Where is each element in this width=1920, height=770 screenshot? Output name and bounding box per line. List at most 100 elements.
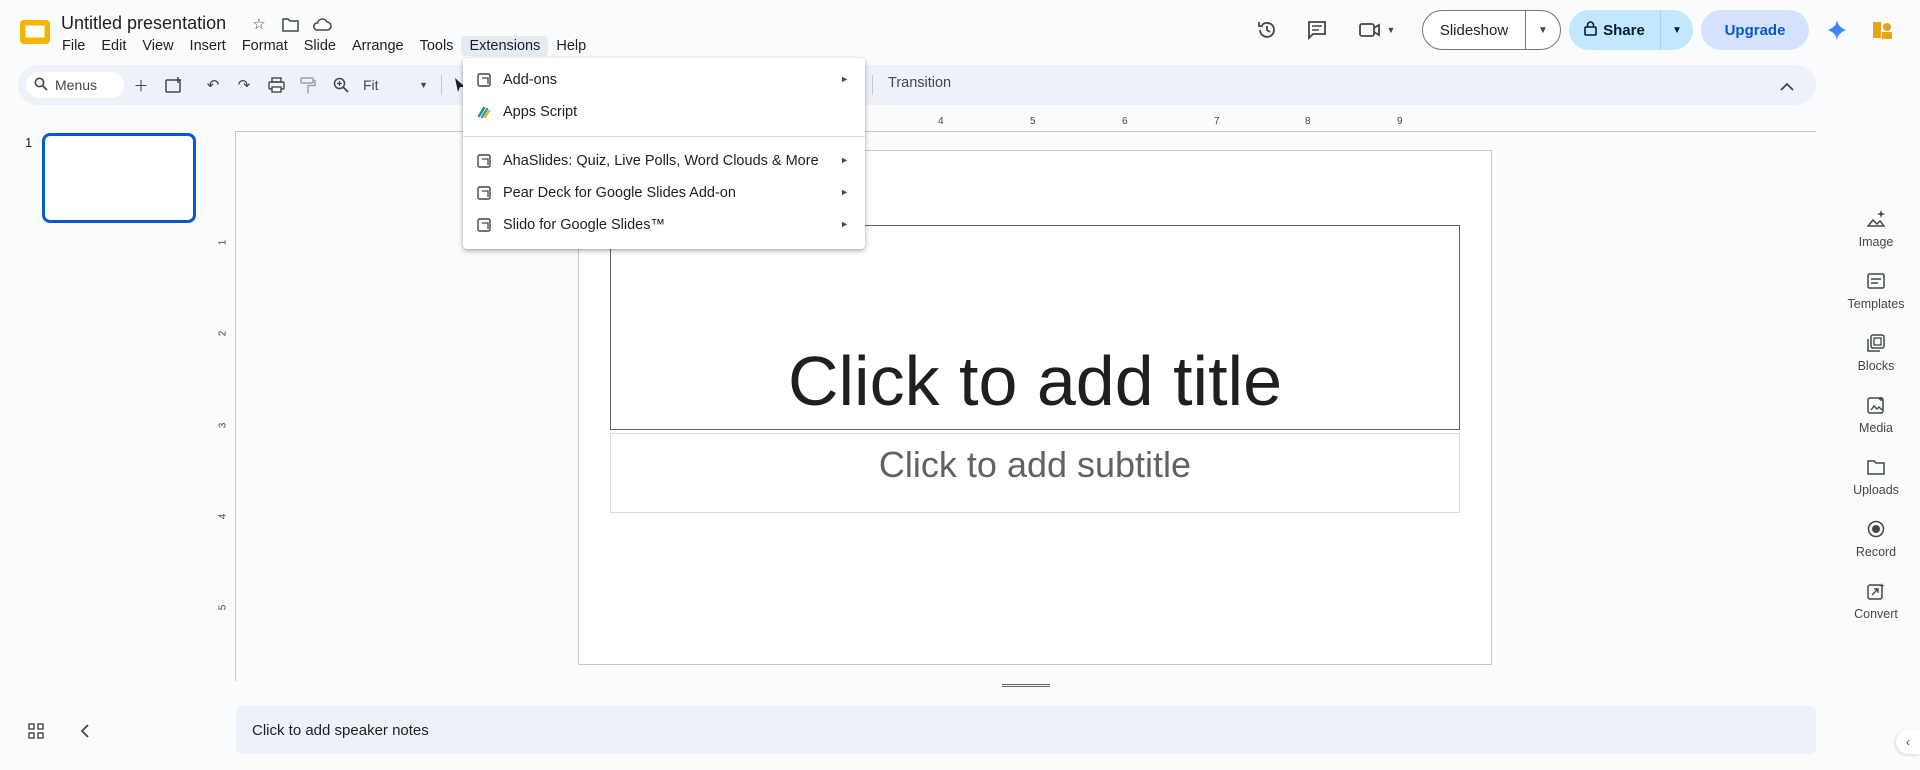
collapse-filmstrip-icon[interactable] — [74, 721, 94, 741]
menu-extensions[interactable]: Extensions — [461, 36, 549, 56]
menu-item-pear-deck[interactable]: Pear Deck for Google Slides Add-on ► — [463, 177, 865, 209]
grid-view-icon[interactable] — [26, 721, 46, 741]
side-item-label: Media — [1858, 421, 1894, 435]
addon-icon — [477, 186, 491, 200]
document-title[interactable]: Untitled presentation — [61, 13, 226, 34]
menu-file[interactable]: File — [54, 36, 93, 56]
menu-help[interactable]: Help — [548, 36, 594, 56]
ruler-label: 4 — [217, 513, 229, 520]
menu-item-ahaslides[interactable]: AhaSlides: Quiz, Live Polls, Word Clouds… — [463, 145, 865, 177]
toolbar-divider — [441, 75, 442, 95]
menu-insert[interactable]: Insert — [182, 36, 234, 56]
slide-thumbnail[interactable] — [42, 133, 196, 223]
share-dropdown-icon[interactable]: ▼ — [1661, 10, 1693, 50]
submenu-arrow-icon: ► — [840, 219, 849, 229]
collapse-toolbar-icon[interactable] — [1774, 73, 1800, 99]
side-item-blocks[interactable]: Blocks — [1838, 332, 1914, 373]
menu-edit[interactable]: Edit — [93, 36, 134, 56]
templates-icon — [1865, 270, 1887, 292]
slides-logo-icon[interactable] — [18, 14, 52, 48]
menu-slide[interactable]: Slide — [296, 36, 344, 56]
zoom-select[interactable]: Fit ▼ — [358, 72, 434, 98]
extensions-menu: Add-ons ► Apps Script AhaSlides: Quiz, L… — [463, 58, 865, 249]
cloud-status-icon[interactable] — [312, 14, 332, 34]
menu-divider — [463, 136, 865, 137]
side-item-uploads[interactable]: Uploads — [1838, 456, 1914, 497]
image-sparkle-icon — [1865, 208, 1887, 230]
submenu-arrow-icon: ► — [840, 155, 849, 165]
side-item-label: Templates — [1847, 297, 1905, 311]
side-item-label: Uploads — [1853, 483, 1899, 497]
ruler-label: 8 — [1305, 116, 1311, 127]
move-folder-icon[interactable] — [280, 14, 300, 34]
print-icon[interactable] — [263, 72, 289, 98]
side-item-record[interactable]: Record — [1838, 518, 1914, 559]
notes-resize-handle[interactable] — [1002, 684, 1050, 687]
new-slide-layout-icon[interactable] — [161, 72, 187, 98]
upgrade-button[interactable]: Upgrade — [1701, 10, 1809, 50]
slideshow-button[interactable]: Slideshow — [1423, 11, 1526, 49]
addon-icon — [477, 218, 491, 232]
menu-item-apps-script[interactable]: Apps Script — [463, 96, 865, 128]
side-item-convert[interactable]: Convert — [1838, 580, 1914, 621]
ruler-label: 2 — [217, 330, 229, 337]
side-panel-toggle-icon[interactable]: ‹ — [1896, 730, 1920, 754]
slide-number: 1 — [25, 135, 33, 150]
convert-icon — [1865, 580, 1887, 602]
share-button[interactable]: Share — [1569, 10, 1661, 50]
blocks-icon — [1865, 332, 1887, 354]
ruler-label: 3 — [217, 422, 229, 429]
side-item-templates[interactable]: Templates — [1838, 270, 1914, 311]
menu-format[interactable]: Format — [234, 36, 296, 56]
redo-icon[interactable]: ↷ — [231, 72, 257, 98]
gemini-sparkle-icon[interactable] — [1820, 13, 1854, 47]
version-history-icon[interactable] — [1250, 13, 1284, 47]
menu-item-add-ons[interactable]: Add-ons ► — [463, 64, 865, 96]
slideshow-dropdown-icon[interactable]: ▼ — [1526, 11, 1560, 49]
star-icon[interactable]: ☆ — [249, 14, 269, 34]
addon-icon — [477, 73, 491, 87]
zoom-dropdown-icon: ▼ — [419, 80, 428, 90]
toolbar-divider — [872, 75, 873, 95]
meet-icon[interactable]: ▼ — [1352, 13, 1402, 47]
menus-search[interactable]: Menus — [26, 72, 124, 98]
subtitle-placeholder-box[interactable]: Click to add subtitle — [610, 433, 1460, 513]
side-item-label: Image — [1858, 235, 1894, 249]
share-group: Share ▼ — [1569, 10, 1693, 50]
speaker-notes[interactable]: Click to add speaker notes — [236, 706, 1816, 754]
media-icon — [1865, 394, 1887, 416]
lock-icon — [1584, 20, 1597, 40]
side-item-label: Convert — [1854, 607, 1898, 621]
zoom-value: Fit — [363, 77, 379, 93]
apps-script-icon — [477, 105, 491, 119]
side-item-label: Record — [1855, 545, 1897, 559]
record-icon — [1865, 518, 1887, 540]
ruler-label: 4 — [938, 116, 944, 127]
title-placeholder-box[interactable]: Click to add title — [610, 225, 1460, 430]
menus-search-label: Menus — [55, 77, 98, 93]
menu-arrange[interactable]: Arrange — [344, 36, 412, 56]
folder-icon — [1865, 456, 1887, 478]
speaker-notes-placeholder: Click to add speaker notes — [252, 721, 429, 739]
account-avatar-icon[interactable] — [1866, 13, 1900, 47]
new-slide-icon[interactable]: ＋ — [128, 72, 154, 98]
side-item-media[interactable]: Media — [1838, 394, 1914, 435]
paint-format-icon[interactable] — [295, 72, 321, 98]
side-item-image[interactable]: Image — [1838, 208, 1914, 249]
ruler-label: 5 — [1030, 116, 1036, 127]
ruler-label: 9 — [1397, 116, 1403, 127]
menu-tools[interactable]: Tools — [412, 36, 462, 56]
meet-dropdown-icon: ▼ — [1386, 25, 1396, 35]
comments-icon[interactable] — [1300, 13, 1334, 47]
transition-button[interactable]: Transition — [888, 75, 951, 91]
undo-icon[interactable]: ↶ — [200, 72, 226, 98]
menu-item-label: Apps Script — [503, 104, 578, 120]
menu-view[interactable]: View — [134, 36, 181, 56]
submenu-arrow-icon: ► — [840, 74, 849, 84]
ruler-label: 7 — [1214, 116, 1220, 127]
vertical-ruler: 1 2 3 4 5 — [217, 132, 236, 681]
zoom-icon[interactable] — [328, 72, 354, 98]
ruler-label: 5 — [217, 604, 229, 611]
title-placeholder: Click to add title — [787, 342, 1283, 420]
menu-item-slido[interactable]: Slido for Google Slides™ ► — [463, 209, 865, 241]
